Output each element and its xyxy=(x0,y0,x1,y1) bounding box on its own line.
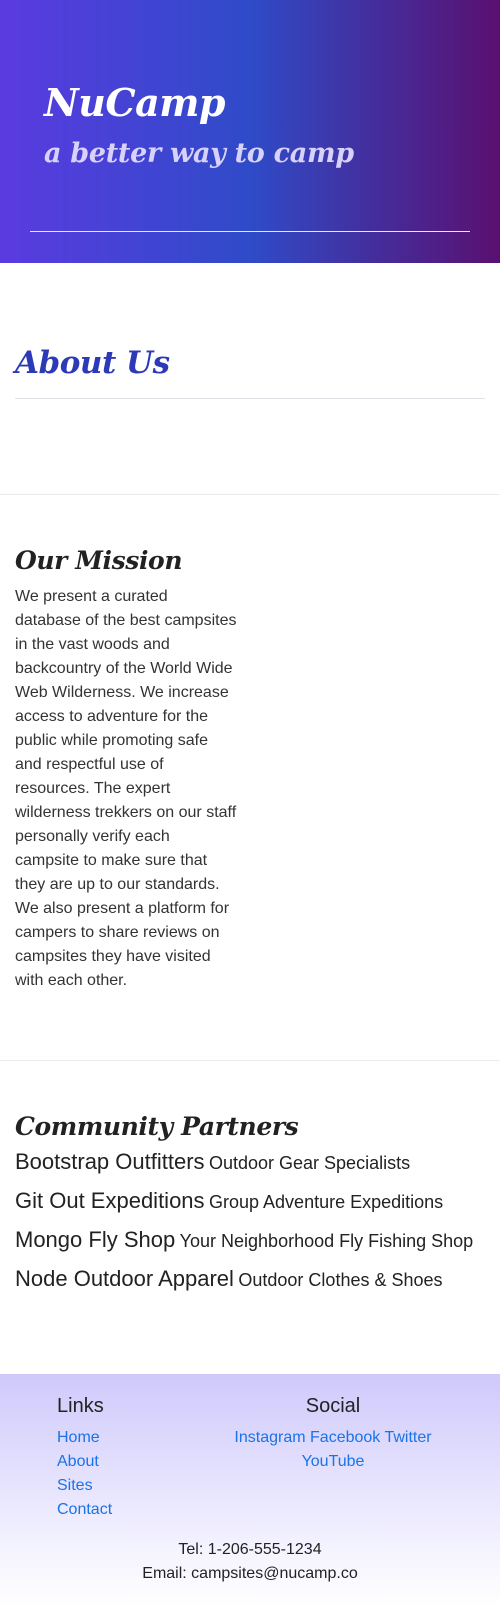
social-link-facebook[interactable]: Facebook xyxy=(310,1429,380,1446)
header-divider xyxy=(30,231,470,232)
social-link-youtube[interactable]: YouTube xyxy=(302,1453,365,1470)
partners-heading: Community Partners xyxy=(15,1112,299,1141)
footer-links-column: Links Home About Sites Contact xyxy=(57,1392,217,1522)
partner-description: Outdoor Gear Specialists xyxy=(208,1153,411,1173)
social-links: Instagram Facebook Twitter YouTube xyxy=(222,1426,444,1474)
social-link-twitter[interactable]: Twitter xyxy=(384,1429,431,1446)
footer-link-home[interactable]: Home xyxy=(57,1429,100,1446)
about-heading: About Us xyxy=(15,345,170,381)
footer-social-heading: Social xyxy=(305,1395,361,1417)
footer-link-sites[interactable]: Sites xyxy=(57,1477,93,1494)
about-divider xyxy=(15,398,485,399)
partner-item: Node Outdoor Apparel Outdoor Clothes & S… xyxy=(15,1265,489,1295)
section-divider xyxy=(0,1060,500,1061)
partner-item: Mongo Fly Shop Your Neighborhood Fly Fis… xyxy=(15,1226,489,1256)
section-divider xyxy=(0,494,500,495)
partner-name: Bootstrap Outfitters xyxy=(15,1149,205,1174)
partner-item: Bootstrap Outfitters Outdoor Gear Specia… xyxy=(15,1148,489,1178)
brand-tagline: a better way to camp xyxy=(44,138,354,169)
brand-title: NuCamp xyxy=(44,80,226,125)
site-header: NuCamp a better way to camp xyxy=(0,0,500,263)
partner-description: Outdoor Clothes & Shoes xyxy=(238,1270,443,1290)
partner-name: Mongo Fly Shop xyxy=(15,1227,176,1252)
partner-description: Group Adventure Expeditions xyxy=(209,1192,444,1212)
footer-link-about[interactable]: About xyxy=(57,1453,99,1470)
mission-heading: Our Mission xyxy=(15,546,183,575)
partner-name: Git Out Expeditions xyxy=(15,1188,205,1213)
footer-links-heading: Links xyxy=(57,1395,104,1417)
footer-link-contact[interactable]: Contact xyxy=(57,1501,112,1518)
partner-item: Git Out Expeditions Group Adventure Expe… xyxy=(15,1187,489,1217)
partner-name: Node Outdoor Apparel xyxy=(15,1266,234,1291)
contact-info: Tel: 1-206-555-1234 Email: campsites@nuc… xyxy=(0,1538,500,1586)
partners-list: Bootstrap Outfitters Outdoor Gear Specia… xyxy=(15,1148,489,1304)
partner-description: Your Neighborhood Fly Fishing Shop xyxy=(179,1231,474,1251)
social-link-instagram[interactable]: Instagram xyxy=(234,1429,305,1446)
site-footer: Links Home About Sites Contact Social In… xyxy=(0,1374,500,1607)
mission-text: We present a curated database of the bes… xyxy=(15,588,237,989)
footer-social-column: Social Instagram Facebook Twitter YouTub… xyxy=(222,1392,444,1474)
contact-phone: Tel: 1-206-555-1234 xyxy=(178,1541,322,1558)
contact-email: Email: campsites@nucamp.co xyxy=(142,1565,358,1582)
footer-links-list: Home About Sites Contact xyxy=(57,1426,217,1522)
